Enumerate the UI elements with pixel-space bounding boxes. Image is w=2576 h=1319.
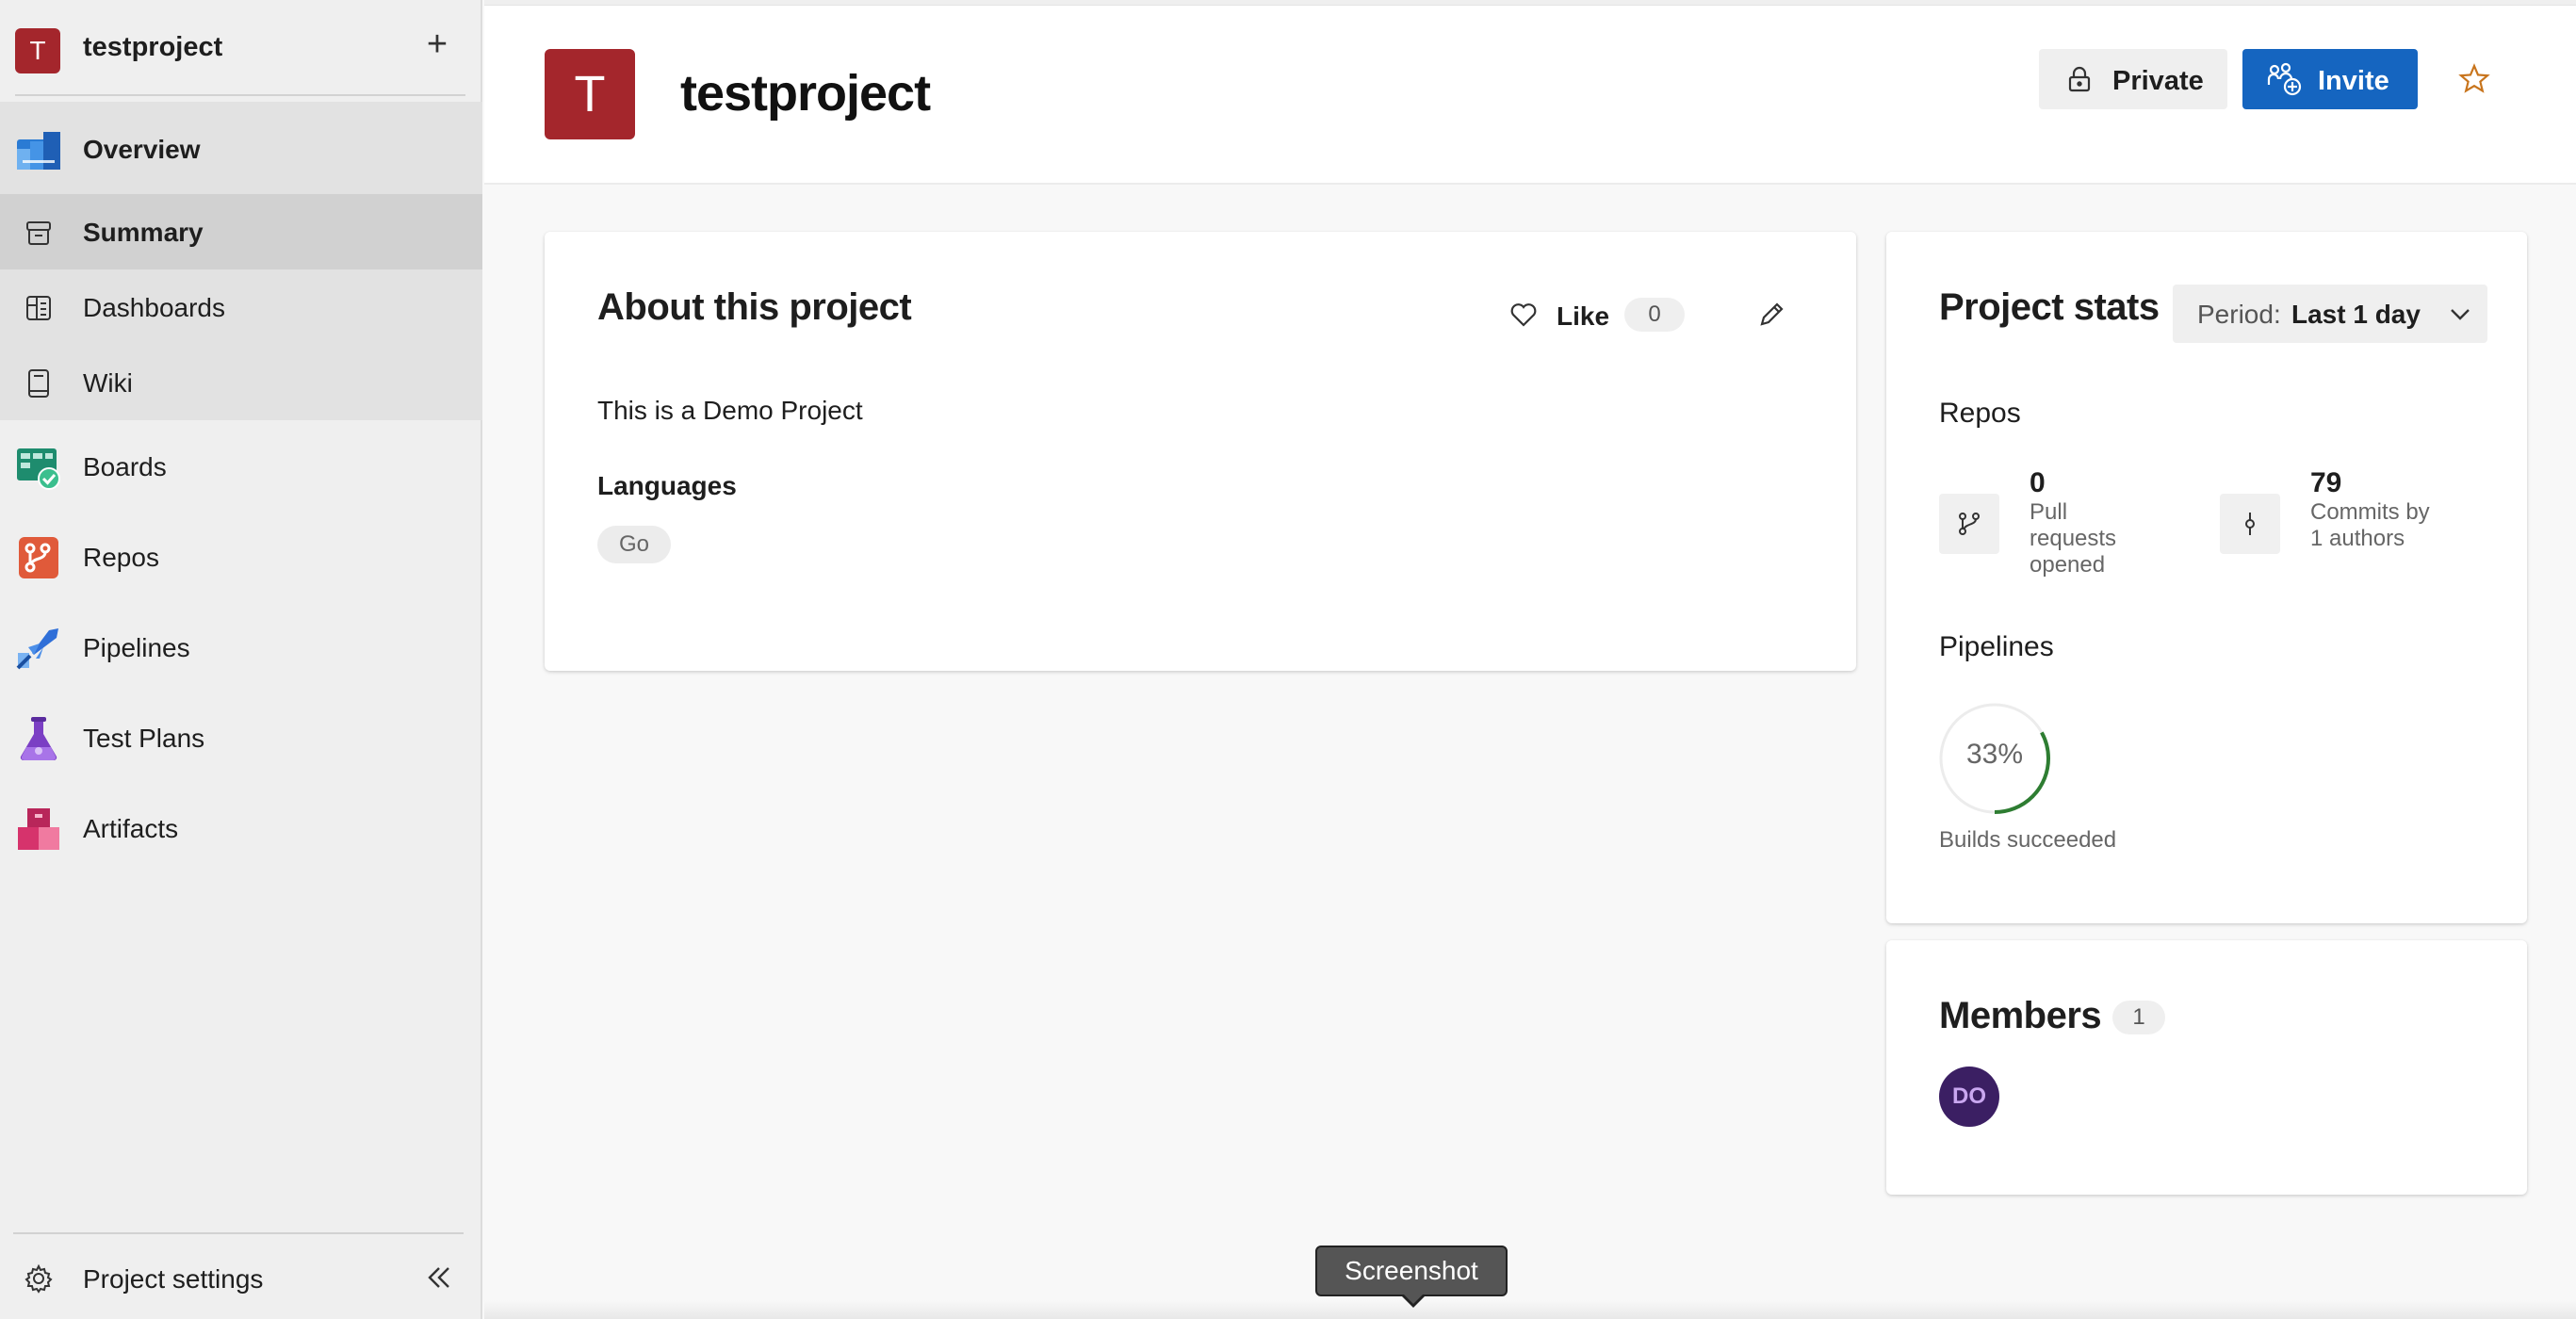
sidebar-item-label: Wiki: [83, 368, 133, 398]
sidebar: T testproject + Overview Summary Dashboa…: [0, 0, 482, 1319]
overview-icon: [15, 126, 62, 173]
avatar[interactable]: DO: [1939, 1067, 1999, 1127]
repos-heading: Repos: [1939, 398, 2021, 429]
sidebar-item-project-settings[interactable]: Project settings: [0, 1246, 482, 1311]
commits-text: Commits by 1 authors: [2310, 499, 2430, 551]
pull-requests-count: 0: [2030, 467, 2046, 498]
project-header: T testproject Private Invite: [484, 6, 2576, 185]
members-count-badge: 1: [2112, 1001, 2165, 1034]
like-button[interactable]: Like: [1557, 301, 1609, 332]
commit-icon: [2220, 494, 2280, 554]
sidebar-project-avatar[interactable]: T: [15, 28, 60, 73]
sidebar-item-boards[interactable]: Boards: [0, 439, 482, 496]
period-value: Last 1 day: [2291, 300, 2421, 329]
sidebar-item-dashboards[interactable]: Dashboards: [0, 281, 482, 335]
sidebar-item-repos[interactable]: Repos: [0, 529, 482, 586]
sidebar-item-label: Overview: [83, 135, 201, 164]
builds-caption: Builds succeeded: [1939, 827, 2117, 853]
summary-icon: [15, 209, 62, 256]
plus-icon[interactable]: +: [420, 26, 454, 64]
sidebar-item-label: Test Plans: [83, 724, 205, 753]
pull-request-icon: [1939, 494, 1999, 554]
sidebar-item-label: Pipelines: [83, 633, 190, 662]
repos-icon: [15, 534, 62, 581]
project-description: This is a Demo Project: [597, 396, 863, 425]
page-title: testproject: [680, 65, 931, 122]
sidebar-item-label: Repos: [83, 543, 159, 572]
bottom-strip: [484, 1300, 2576, 1319]
lock-icon: [2067, 66, 2092, 92]
wiki-icon: [15, 360, 62, 407]
boards-icon: [15, 444, 62, 491]
project-stats-card: Project stats Period: Last 1 day Repos 0…: [1886, 232, 2527, 923]
sidebar-item-wiki[interactable]: Wiki: [0, 356, 482, 411]
sidebar-item-label: Dashboards: [83, 293, 225, 322]
heart-icon[interactable]: [1509, 301, 1538, 328]
sidebar-item-summary[interactable]: Summary: [0, 205, 482, 260]
chevron-down-icon: [2448, 301, 2472, 326]
screenshot-tooltip: Screenshot: [1315, 1246, 1508, 1296]
project-avatar: T: [545, 49, 635, 139]
commits-count: 79: [2310, 467, 2342, 498]
sidebar-divider: [13, 1232, 464, 1234]
pencil-icon[interactable]: [1756, 300, 1786, 330]
invite-button[interactable]: Invite: [2242, 49, 2418, 109]
pipelines-icon: [15, 625, 62, 672]
sidebar-item-overview[interactable]: Overview: [0, 122, 482, 177]
sidebar-item-label: Summary: [83, 218, 204, 247]
builds-percent: 33%: [1965, 739, 2024, 770]
private-label: Private: [2112, 66, 2204, 96]
sidebar-header: T testproject +: [0, 0, 482, 96]
about-project-card: About this project Like 0 This is a Demo…: [545, 232, 1856, 671]
dashboards-icon: [15, 285, 62, 332]
project-settings-label: Project settings: [83, 1264, 264, 1294]
private-button[interactable]: Private: [2039, 49, 2227, 109]
pipelines-heading: Pipelines: [1939, 631, 2054, 662]
sidebar-item-label: Artifacts: [83, 814, 179, 843]
add-people-icon: [2267, 62, 2303, 96]
languages-heading: Languages: [597, 471, 737, 500]
test-plans-icon: [15, 715, 62, 762]
double-chevron-left-icon[interactable]: [422, 1261, 456, 1295]
members-card: Members 1 DO: [1886, 940, 2527, 1195]
period-dropdown[interactable]: Period: Last 1 day: [2173, 285, 2487, 343]
sidebar-item-pipelines[interactable]: Pipelines: [0, 620, 482, 676]
members-title: Members: [1939, 995, 2102, 1036]
sidebar-item-test-plans[interactable]: Test Plans: [0, 710, 482, 767]
like-count-badge: 0: [1624, 298, 1685, 332]
about-title: About this project: [597, 286, 912, 328]
language-tag: Go: [597, 526, 671, 563]
stats-title: Project stats: [1939, 286, 2160, 328]
artifacts-icon: [15, 806, 62, 853]
sidebar-item-label: Boards: [83, 452, 167, 481]
sidebar-project-name[interactable]: testproject: [83, 32, 222, 63]
gear-icon: [23, 1262, 55, 1295]
tooltip-arrow-inner: [1403, 1294, 1424, 1304]
sidebar-divider: [15, 94, 465, 96]
invite-label: Invite: [2318, 66, 2389, 96]
star-icon[interactable]: [2457, 62, 2491, 96]
period-label: Period:: [2197, 300, 2281, 329]
pull-requests-text: Pull requests opened: [2030, 499, 2117, 578]
sidebar-item-artifacts[interactable]: Artifacts: [0, 801, 482, 857]
